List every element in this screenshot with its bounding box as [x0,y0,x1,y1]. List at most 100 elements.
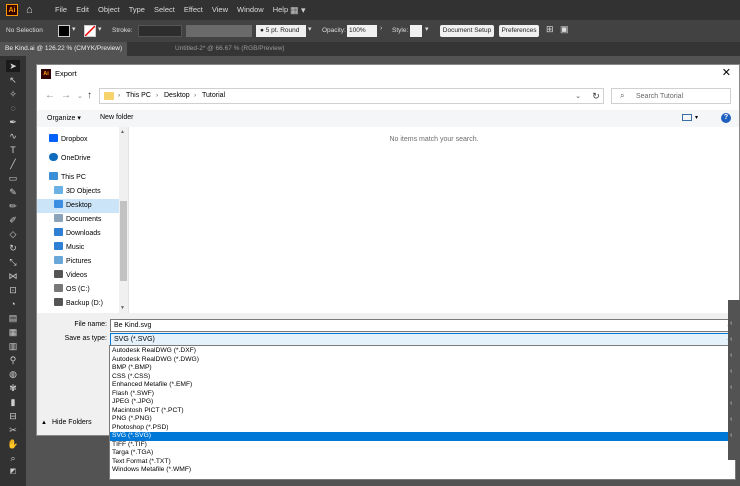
opacity-field[interactable]: 100% [347,25,377,37]
artboard-tool-icon[interactable]: ⊟ [6,410,20,422]
lasso-tool-icon[interactable]: ◌ [6,102,20,114]
new-folder-button[interactable]: New folder [100,114,133,121]
nav-item-this-pc[interactable]: This PC [49,171,119,185]
chevron-left-icon[interactable]: ‹ [730,384,732,391]
type-option-emf[interactable]: Enhanced Metafile (*.EMF) [110,381,735,390]
breadcrumb-tutorial[interactable]: Tutorial [202,92,225,99]
chevron-down-icon[interactable]: ▾ [425,25,429,33]
type-option-svg[interactable]: SVG (*.SVG) [110,432,735,441]
stroke-weight-field[interactable] [138,25,182,37]
nav-item-music[interactable]: Music [54,241,119,255]
width-tool-icon[interactable]: ⋈ [6,270,20,282]
nav-item-dropbox[interactable]: Dropbox [49,133,119,147]
chevron-down-icon[interactable]: ▾ [695,114,698,121]
transform-icon[interactable]: ▣ [560,24,569,35]
pencil-tool-icon[interactable]: ✏ [6,200,20,212]
stroke-swatch[interactable] [84,25,96,37]
line-tool-icon[interactable]: ╱ [6,158,20,170]
type-option-dxf[interactable]: Autodesk RealDWG (*.DXF) [110,347,735,356]
brush-definition[interactable]: ● 5 pt. Round [256,25,306,37]
menu-type[interactable]: Type [129,5,145,14]
type-option-tga[interactable]: Targa (*.TGA) [110,449,735,458]
menu-edit[interactable]: Edit [76,5,89,14]
forward-arrow-icon[interactable]: → [61,90,71,101]
menu-file[interactable]: File [55,5,67,14]
column-graph-tool-icon[interactable]: ▮ [6,396,20,408]
chevron-left-icon[interactable]: ‹ [730,336,732,343]
nav-item-os-c[interactable]: OS (C:) [54,283,119,297]
home-icon[interactable]: ⌂ [26,4,33,16]
nav-item-onedrive[interactable]: OneDrive [49,152,119,166]
fill-stroke-swap-icon[interactable]: ◩ [6,466,20,478]
symbol-sprayer-tool-icon[interactable]: ✾ [6,382,20,394]
organize-button[interactable]: Organize ▾ [47,114,81,122]
scroll-up-icon[interactable]: ▲ [120,129,125,135]
chevron-left-icon[interactable]: ‹ [730,320,732,327]
breadcrumb-this-pc[interactable]: This PC [126,92,151,99]
type-option-dwg[interactable]: Autodesk RealDWG (*.DWG) [110,356,735,365]
blob-brush-tool-icon[interactable]: ✐ [6,214,20,226]
slice-tool-icon[interactable]: ✂ [6,424,20,436]
zoom-tool-icon[interactable]: ⌕ [6,452,20,464]
menu-object[interactable]: Object [98,5,120,14]
menu-help[interactable]: Help [273,5,288,14]
address-bar[interactable]: › This PC › Desktop › Tutorial ⌄ [99,88,604,104]
shape-builder-tool-icon[interactable]: ◔ [6,298,20,310]
workspace-grid-icon[interactable]: ▦ ▾ [290,5,306,16]
refresh-icon[interactable]: ↻ [589,88,603,104]
magic-wand-tool-icon[interactable]: ✧ [6,88,20,100]
nav-item-pictures[interactable]: Pictures [54,255,119,269]
align-icon[interactable]: ⊞ [546,24,554,35]
chevron-left-icon[interactable]: ‹ [730,352,732,359]
nav-item-desktop[interactable]: Desktop [37,199,119,213]
type-option-css[interactable]: CSS (*.CSS) [110,373,735,382]
back-arrow-icon[interactable]: ← [45,90,55,101]
type-option-txt[interactable]: Text Format (*.TXT) [110,458,735,467]
free-transform-tool-icon[interactable]: ⊡ [6,284,20,296]
chevron-right-icon[interactable]: › [380,25,382,32]
chevron-down-icon[interactable]: ⌄ [575,92,581,100]
nav-item-3d-objects[interactable]: 3D Objects [54,185,119,199]
chevron-left-icon[interactable]: ‹ [730,432,732,439]
curvature-tool-icon[interactable]: ∿ [6,130,20,142]
recent-locations-chevron-icon[interactable]: ⌄ [77,92,83,100]
type-option-bmp[interactable]: BMP (*.BMP) [110,364,735,373]
style-swatch[interactable] [410,25,422,37]
menu-view[interactable]: View [212,5,228,14]
tab-untitled-2[interactable]: Untitled-2* @ 66.67 % (RGB/Preview) [170,42,290,56]
breadcrumb-desktop[interactable]: Desktop [164,92,190,99]
help-icon[interactable]: ? [721,113,731,123]
mesh-tool-icon[interactable]: ▦ [6,326,20,338]
rectangle-tool-icon[interactable]: ▭ [6,172,20,184]
search-box[interactable]: ⌕ Search Tutorial [611,88,731,104]
type-option-png[interactable]: PNG (*.PNG) [110,415,735,424]
paintbrush-tool-icon[interactable]: ✎ [6,186,20,198]
chevron-left-icon[interactable]: ‹ [730,416,732,423]
close-icon[interactable]: ✕ [722,66,731,79]
fill-swatch[interactable] [58,25,70,37]
nav-item-downloads[interactable]: Downloads [54,227,119,241]
blend-tool-icon[interactable]: ◍ [6,368,20,380]
nav-pane-scrollbar[interactable]: ▲ ▼ [119,127,128,313]
nav-item-documents[interactable]: Documents [54,213,119,227]
eyedropper-tool-icon[interactable]: ⚲ [6,354,20,366]
nav-item-backup-d[interactable]: Backup (D:) [54,297,119,311]
chevron-left-icon[interactable]: ‹ [730,400,732,407]
type-option-jpg[interactable]: JPEG (*.JPG) [110,398,735,407]
menu-effect[interactable]: Effect [184,5,203,14]
gradient-tool-icon[interactable]: ▥ [6,340,20,352]
type-tool-icon[interactable]: T [6,144,20,156]
scroll-down-icon[interactable]: ▼ [120,305,125,311]
chevron-down-icon[interactable]: ▾ [72,25,76,33]
selection-tool-icon[interactable]: ➤ [6,60,20,72]
menu-window[interactable]: Window [237,5,264,14]
type-option-wmf[interactable]: Windows Metafile (*.WMF) [110,466,735,475]
view-options-icon[interactable] [682,114,692,121]
variable-width-profile[interactable] [186,25,252,37]
eraser-tool-icon[interactable]: ◇ [6,228,20,240]
file-name-input[interactable]: Be Kind.svg ⌄ [110,319,736,332]
type-option-tif[interactable]: TIFF (*.TIF) [110,441,735,450]
chevron-down-icon[interactable]: ▾ [98,25,102,33]
up-arrow-icon[interactable]: ↑ [87,90,92,101]
type-option-pct[interactable]: Macintosh PICT (*.PCT) [110,407,735,416]
